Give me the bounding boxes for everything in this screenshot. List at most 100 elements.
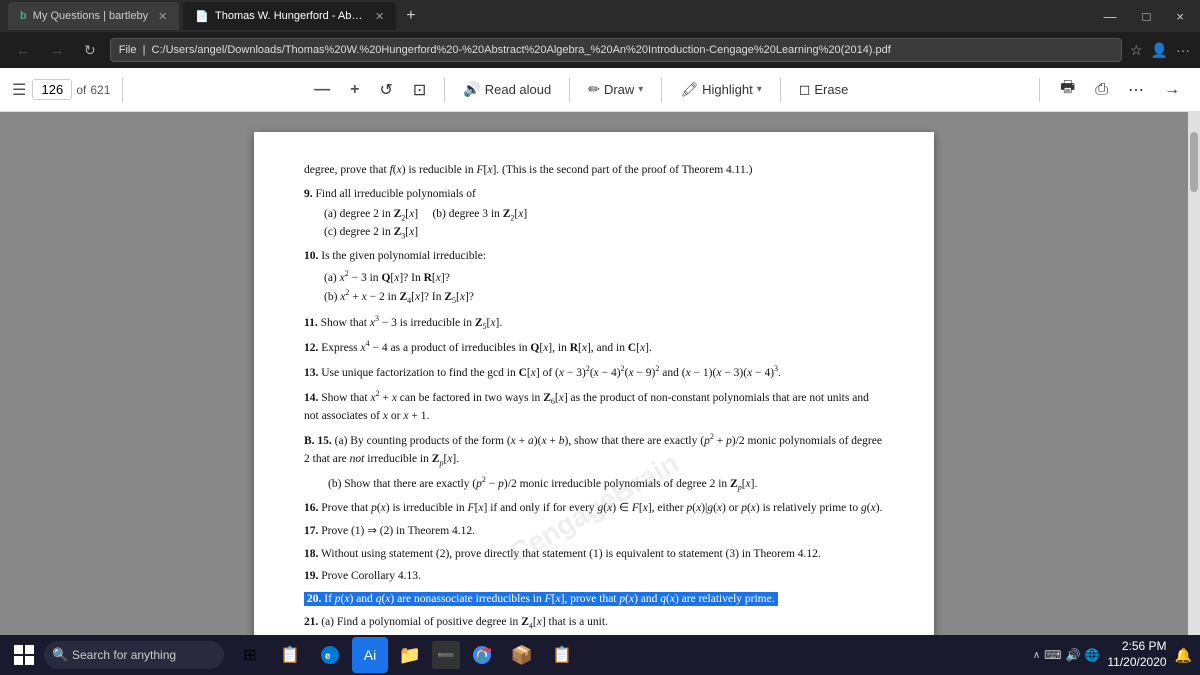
clock[interactable]: 2:56 PM 11/20/2020: [1107, 639, 1166, 670]
date-display: 11/20/2020: [1107, 655, 1166, 671]
problem-9: 9. Find all irreducible polynomials of (…: [304, 186, 884, 243]
taskbar-search-icon: 🔍: [52, 647, 68, 663]
window-controls: — □ ×: [1096, 9, 1192, 24]
taskbar-search-input[interactable]: [44, 641, 224, 669]
problem-10-sub: (a) x2 − 3 in Q[x]? In R[x]? (b) x2 + x …: [324, 268, 884, 308]
taskbar-app-minus[interactable]: ➖: [432, 641, 460, 669]
forward-button[interactable]: →: [44, 40, 70, 60]
taskbar-app-task-view[interactable]: 📋: [272, 637, 308, 673]
toolbar-center: — + ↺ ⊡ 🔊 Read aloud ✏ Draw ▾ 🖍 Highligh…: [135, 76, 1027, 104]
system-tray: ∧ ⌨ 🔊 🌐: [1033, 648, 1100, 662]
problem-10a: (a) x2 − 3 in Q[x]? In R[x]?: [324, 268, 884, 288]
scrollbar-thumb[interactable]: [1190, 132, 1198, 192]
rotate-button[interactable]: ↺: [371, 76, 400, 104]
tab2-icon: 📄: [195, 10, 209, 23]
tray-arrow-icon[interactable]: ∧: [1033, 650, 1040, 661]
zoom-out-button[interactable]: —: [306, 77, 338, 103]
toolbar-right: 🖶 ⎙ ⋯ →: [1052, 72, 1188, 107]
highlight-label: Highlight: [702, 82, 753, 97]
volume-icon[interactable]: 🔊: [1065, 648, 1080, 662]
problem-13: 13. Use unique factorization to find the…: [304, 363, 884, 383]
profile-icon[interactable]: 👤: [1151, 42, 1168, 59]
time-display: 2:56 PM: [1107, 639, 1166, 655]
network-icon[interactable]: 🌐: [1084, 648, 1099, 662]
taskbar-app-chrome[interactable]: [464, 637, 500, 673]
problem-16: 16. Prove that p(x) is irreducible in F[…: [304, 500, 884, 518]
chrome-icon: [472, 645, 492, 665]
taskbar-app-clipboard[interactable]: 📋: [544, 637, 580, 673]
scrollbar[interactable]: [1188, 112, 1200, 635]
draw-chevron-icon: ▾: [638, 84, 643, 95]
fit-page-button[interactable]: ⊡: [405, 76, 434, 104]
tab2-label: Thomas W. Hungerford - Abstra: [215, 10, 365, 22]
toolbar-separator-6: [1039, 78, 1040, 102]
start-button[interactable]: [8, 639, 40, 671]
navigate-button[interactable]: →: [1156, 77, 1188, 103]
maximize-button[interactable]: □: [1135, 9, 1159, 24]
erase-button[interactable]: ◻ Erase: [791, 77, 857, 102]
problem-9c: (c) degree 2 in Z3[x]: [324, 224, 884, 243]
highlight-chevron-icon: ▾: [757, 84, 762, 95]
taskbar-app-browser[interactable]: e: [312, 637, 348, 673]
problem-21: 21. (a) Find a polynomial of positive de…: [304, 614, 884, 635]
taskbar-apps: ⊞ 📋 e Ai 📁 ➖ 📦 📋: [232, 637, 580, 673]
taskbar-app-package[interactable]: 📦: [504, 637, 540, 673]
close-button[interactable]: ×: [1168, 9, 1192, 24]
problem-18: 18. Without using statement (2), prove d…: [304, 546, 884, 564]
taskbar-app-files[interactable]: 📁: [392, 637, 428, 673]
ai-icon: Ai: [364, 647, 376, 663]
problem-9a: (a) degree 2 in Z2[x] (b) degree 3 in Z2…: [324, 206, 884, 225]
new-tab-button[interactable]: +: [400, 7, 421, 25]
problem-20-highlight: 20. If p(x) and q(x) are nonassociate ir…: [304, 592, 778, 606]
minimize-button[interactable]: —: [1096, 9, 1125, 24]
read-aloud-icon: 🔊: [463, 81, 480, 98]
highlight-button[interactable]: 🖍 Highlight ▾: [672, 77, 769, 102]
menu-icon[interactable]: ☰: [12, 80, 26, 100]
problem-9-sub: (a) degree 2 in Z2[x] (b) degree 3 in Z2…: [324, 206, 884, 243]
toolbar-separator-2: [444, 78, 445, 102]
problem-12: 12. Express x4 − 4 as a product of irred…: [304, 338, 884, 358]
tab-pdf[interactable]: 📄 Thomas W. Hungerford - Abstra ✕: [183, 2, 396, 30]
toolbar-left: ☰ of 621: [12, 79, 110, 100]
more-button[interactable]: ···: [1176, 42, 1190, 58]
problem-15b: (b) Show that there are exactly (p2 − p)…: [328, 474, 884, 495]
draw-button[interactable]: ✏ Draw ▾: [580, 77, 651, 102]
keyboard-icon[interactable]: ⌨: [1044, 648, 1061, 662]
page-of-label: of: [76, 83, 86, 97]
page-navigation: of 621: [32, 79, 110, 100]
problem-20: 20. If p(x) and q(x) are nonassociate ir…: [304, 591, 884, 609]
problem-15: B. 15. (a) By counting products of the f…: [304, 431, 884, 469]
taskbar: 🔍 ⊞ 📋 e Ai 📁 ➖ 📦 📋: [0, 635, 1200, 675]
problem-10: 10. Is the given polynomial irreducible:…: [304, 248, 884, 308]
toolbar-separator-5: [780, 78, 781, 102]
share-button[interactable]: ⎙: [1087, 77, 1116, 103]
back-button[interactable]: ←: [10, 40, 36, 60]
tab1-label: My Questions | bartleby: [33, 10, 148, 22]
tab1-icon: b: [20, 10, 27, 22]
taskbar-app-ai[interactable]: Ai: [352, 637, 388, 673]
print-button[interactable]: 🖶: [1052, 72, 1083, 107]
more-options-button[interactable]: ⋯: [1120, 76, 1152, 104]
address-bar: ← → ↻ ☆ 👤 ···: [0, 32, 1200, 68]
problem-14: 14. Show that x2 + x can be factored in …: [304, 388, 884, 426]
notification-icon[interactable]: 🔔: [1175, 647, 1192, 664]
star-icon[interactable]: ☆: [1130, 42, 1143, 59]
erase-label: Erase: [814, 82, 848, 97]
highlight-icon: 🖍: [680, 81, 698, 98]
taskbar-app-cortana[interactable]: ⊞: [232, 637, 268, 673]
page-total: 621: [90, 83, 110, 97]
problem-intro: degree, prove that f(x) is reducible in …: [304, 162, 884, 180]
read-aloud-label: Read aloud: [485, 82, 552, 97]
page-number-input[interactable]: [32, 79, 72, 100]
zoom-in-button[interactable]: +: [342, 77, 367, 103]
toolbar-separator-1: [122, 78, 123, 102]
tab2-close[interactable]: ✕: [375, 10, 384, 23]
tab1-close[interactable]: ✕: [158, 10, 167, 23]
toolbar-separator-3: [569, 78, 570, 102]
read-aloud-button[interactable]: 🔊 Read aloud: [455, 77, 559, 102]
tab-bartleby[interactable]: b My Questions | bartleby ✕: [8, 2, 179, 30]
url-input[interactable]: [110, 38, 1122, 62]
refresh-button[interactable]: ↻: [78, 40, 102, 61]
title-bar: b My Questions | bartleby ✕ 📄 Thomas W. …: [0, 0, 1200, 32]
pdf-viewer[interactable]: CengageBrain degree, prove that f(x) is …: [0, 112, 1188, 635]
